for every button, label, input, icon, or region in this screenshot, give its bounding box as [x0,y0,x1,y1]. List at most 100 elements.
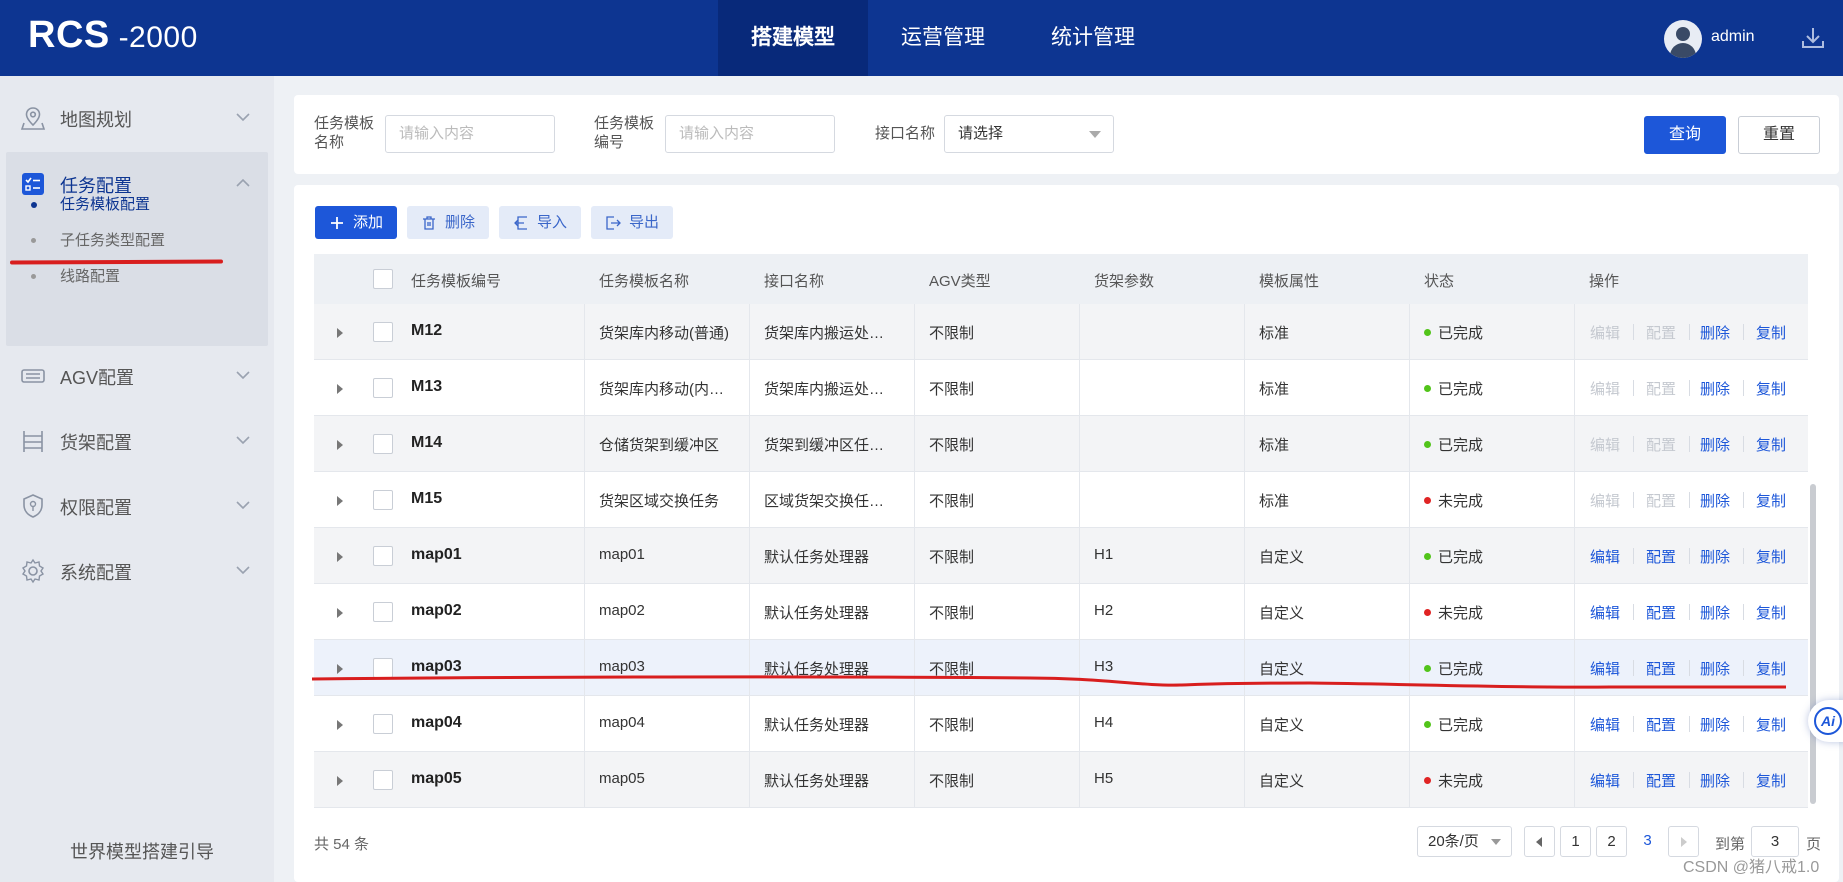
expand-row-icon[interactable] [337,496,343,506]
row-checkbox[interactable] [373,602,393,622]
table-scrollbar[interactable] [1810,484,1816,804]
copy-button[interactable]: 复制 [1756,490,1786,511]
expand-row-icon[interactable] [337,552,343,562]
sidebar-item-permission-config[interactable]: 权限配置 [0,474,274,538]
table-row[interactable]: M12 货架库内移动(普通) 货架库内搬运处… 不限制 标准 已完成 编辑 配置 删除 复制 [314,304,1808,360]
column-header[interactable]: 任务模板编号 [411,270,501,291]
edit-button[interactable]: 编辑 [1590,490,1620,511]
download-icon[interactable] [1800,25,1826,51]
expand-row-icon[interactable] [337,440,343,450]
export-button[interactable]: 导出 [591,206,673,239]
delete-row-button[interactable]: 删除 [1700,602,1730,623]
delete-button[interactable]: 删除 [407,206,489,239]
table-row[interactable]: map01 map01 默认任务处理器 不限制 H1 自定义 已完成 编辑 配置 删除 复制 [314,528,1808,584]
delete-row-button[interactable]: 删除 [1700,490,1730,511]
table-row[interactable]: M14 仓储货架到缓冲区 货架到缓冲区任… 不限制 标准 已完成 编辑 配置 删除 复制 [314,416,1808,472]
config-button[interactable]: 配置 [1646,602,1676,623]
row-checkbox[interactable] [373,770,393,790]
config-button[interactable]: 配置 [1646,322,1676,343]
sidebar-subitem-subtask-type[interactable]: 子任务类型配置 [60,229,165,250]
edit-button[interactable]: 编辑 [1590,546,1620,567]
chevron-right-icon [1681,837,1687,847]
copy-button[interactable]: 复制 [1756,546,1786,567]
delete-row-button[interactable]: 删除 [1700,378,1730,399]
column-header[interactable]: AGV类型 [929,270,991,291]
copy-button[interactable]: 复制 [1756,602,1786,623]
delete-row-button[interactable]: 删除 [1700,770,1730,791]
column-header[interactable]: 接口名称 [764,270,824,291]
page-button-3[interactable]: 3 [1632,826,1663,857]
page-size-select[interactable]: 20条/页 [1417,826,1512,857]
delete-row-button[interactable]: 删除 [1700,546,1730,567]
sidebar-subitem-route-config[interactable]: 线路配置 [60,265,120,286]
query-button[interactable]: 查询 [1644,116,1726,154]
world-model-guide-link[interactable]: 世界模型搭建引导 [70,838,214,864]
copy-button[interactable]: 复制 [1756,770,1786,791]
edit-button[interactable]: 编辑 [1590,770,1620,791]
sidebar-item-agv-config[interactable]: AGV配置 [0,344,274,408]
row-checkbox[interactable] [373,714,393,734]
row-checkbox[interactable] [373,490,393,510]
column-header[interactable]: 操作 [1589,270,1619,291]
column-header[interactable]: 任务模板名称 [599,270,689,291]
column-header[interactable]: 模板属性 [1259,270,1319,291]
template-name-input[interactable]: 请输入内容 [385,115,555,153]
copy-button[interactable]: 复制 [1756,714,1786,735]
config-button[interactable]: 配置 [1646,378,1676,399]
avatar[interactable] [1664,20,1702,58]
sidebar-item-map-planning[interactable]: 地图规划 [0,86,274,150]
table-row[interactable]: map02 map02 默认任务处理器 不限制 H2 自定义 未完成 编辑 配置 删除 复制 [314,584,1808,640]
edit-button[interactable]: 编辑 [1590,378,1620,399]
add-button[interactable]: 添加 [315,206,397,239]
config-button[interactable]: 配置 [1646,434,1676,455]
interface-name-select[interactable]: 请选择 [944,115,1114,153]
edit-button[interactable]: 编辑 [1590,322,1620,343]
expand-row-icon[interactable] [337,384,343,394]
config-button[interactable]: 配置 [1646,714,1676,735]
config-button[interactable]: 配置 [1646,546,1676,567]
row-checkbox[interactable] [373,322,393,342]
sidebar-subitem-task-template[interactable]: 任务模板配置 [60,193,150,214]
row-checkbox[interactable] [373,378,393,398]
username[interactable]: admin [1711,28,1755,46]
table-row[interactable]: map04 map04 默认任务处理器 不限制 H4 自定义 已完成 编辑 配置 删除 复制 [314,696,1808,752]
table-row[interactable]: M13 货架库内移动(内… 货架库内搬运处… 不限制 标准 已完成 编辑 配置 删除 复制 [314,360,1808,416]
table-row[interactable]: map05 map05 默认任务处理器 不限制 H5 自定义 未完成 编辑 配置 删除 复制 [314,752,1808,808]
prev-page-button[interactable] [1524,826,1555,857]
expand-row-icon[interactable] [337,776,343,786]
template-code-input[interactable]: 请输入内容 [665,115,835,153]
delete-row-button[interactable]: 删除 [1700,714,1730,735]
copy-button[interactable]: 复制 [1756,378,1786,399]
edit-button[interactable]: 编辑 [1590,714,1620,735]
sidebar-item-shelf-config[interactable]: 货架配置 [0,409,274,473]
ai-assistant-button[interactable]: Ai [1808,700,1843,742]
config-button[interactable]: 配置 [1646,770,1676,791]
sidebar-item-system-config[interactable]: 系统配置 [0,539,274,603]
tab-statistics[interactable]: 统计管理 [1018,0,1168,76]
page-button-2[interactable]: 2 [1596,826,1627,857]
edit-button[interactable]: 编辑 [1590,434,1620,455]
delete-row-button[interactable]: 删除 [1700,322,1730,343]
tab-operations[interactable]: 运营管理 [868,0,1018,76]
copy-button[interactable]: 复制 [1756,322,1786,343]
column-header[interactable]: 货架参数 [1094,270,1154,291]
config-button[interactable]: 配置 [1646,490,1676,511]
trash-icon [423,216,435,230]
select-all-checkbox[interactable] [373,269,393,289]
copy-button[interactable]: 复制 [1756,434,1786,455]
reset-button[interactable]: 重置 [1738,116,1820,154]
delete-row-button[interactable]: 删除 [1700,434,1730,455]
cell-template-name: 货架库内移动(普通) [599,325,729,342]
import-button[interactable]: 导入 [499,206,581,239]
table-row[interactable]: M15 货架区域交换任务 区域货架交换任… 不限制 标准 未完成 编辑 配置 删除 复制 [314,472,1808,528]
cell-template-name: map05 [599,770,645,787]
row-checkbox[interactable] [373,434,393,454]
expand-row-icon[interactable] [337,608,343,618]
expand-row-icon[interactable] [337,328,343,338]
expand-row-icon[interactable] [337,720,343,730]
edit-button[interactable]: 编辑 [1590,602,1620,623]
row-checkbox[interactable] [373,546,393,566]
tab-build-model[interactable]: 搭建模型 [718,0,868,76]
column-header[interactable]: 状态 [1424,270,1454,291]
page-button-1[interactable]: 1 [1560,826,1591,857]
